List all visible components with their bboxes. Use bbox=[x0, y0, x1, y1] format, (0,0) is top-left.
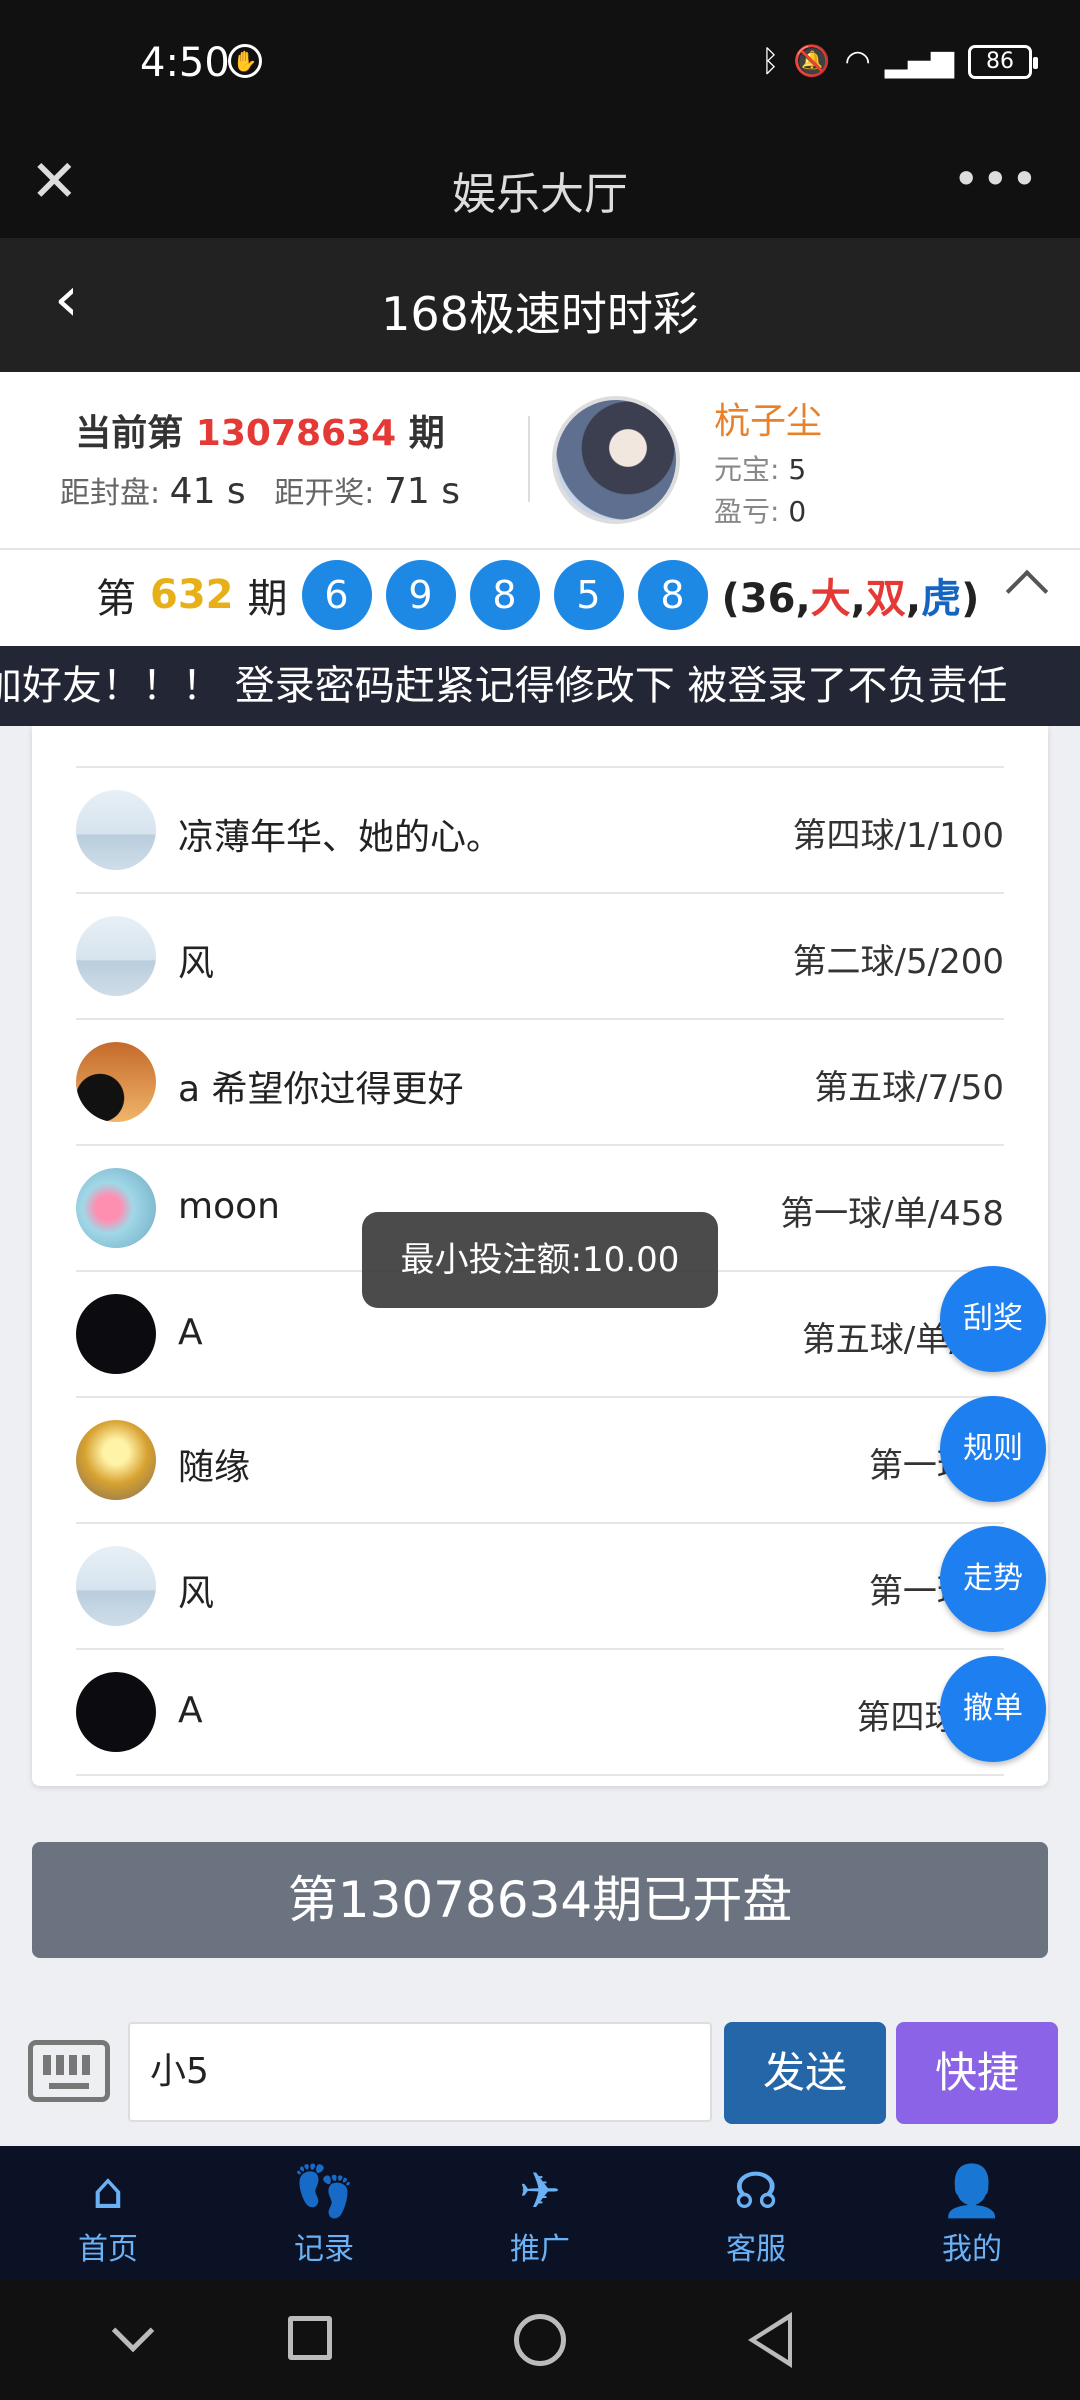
back-triangle-icon[interactable] bbox=[748, 2312, 792, 2368]
bet-detail: 第四球/1/100 bbox=[792, 816, 1004, 856]
avatar bbox=[76, 1420, 156, 1500]
nav-promote[interactable]: ✈ 推广 bbox=[432, 2146, 648, 2280]
close-countdown: 41 s bbox=[169, 471, 246, 512]
recents-icon[interactable] bbox=[288, 2316, 332, 2360]
status-time: 4:50 bbox=[140, 40, 230, 86]
signal-icon: ▂▄▆ bbox=[884, 44, 954, 79]
more-icon[interactable]: ••• bbox=[953, 152, 1040, 206]
user-avatar[interactable] bbox=[552, 396, 680, 524]
list-item: A 第四球/小 bbox=[76, 1650, 1004, 1776]
home-circle-icon[interactable] bbox=[514, 2314, 566, 2366]
profit: 盈亏: 0 bbox=[714, 495, 807, 528]
round-info-panel: 当前第 13078634 期 距封盘: 41 s 距开奖: 71 s 杭子尘 元… bbox=[0, 372, 1080, 550]
keyboard-icon[interactable] bbox=[28, 2040, 110, 2102]
chevron-up-icon[interactable] bbox=[1005, 569, 1049, 613]
nav-profile[interactable]: 👤 我的 bbox=[864, 2146, 1080, 2280]
bettor-name: A bbox=[178, 1312, 203, 1353]
quick-button[interactable]: 快捷 bbox=[896, 2022, 1058, 2124]
game-header: ‹ 168极速时时彩 bbox=[0, 238, 1080, 372]
status-icons: ᛒ 🔕 ◠ ▂▄▆ 86 bbox=[761, 44, 1038, 79]
countdown: 距封盘: 41 s 距开奖: 71 s bbox=[60, 471, 460, 512]
footprint-icon: 👣 bbox=[292, 2162, 356, 2220]
headset-icon: ☊ bbox=[733, 2162, 779, 2220]
list-item: 随缘 第一球/5 bbox=[76, 1398, 1004, 1524]
divider bbox=[528, 416, 530, 502]
bluetooth-icon: ᛒ bbox=[761, 44, 780, 79]
app-bar: ✕ 娱乐大厅 ••• bbox=[0, 130, 1080, 238]
list-item: 风第一球/7 bbox=[76, 1524, 1004, 1650]
balance: 元宝: 5 bbox=[714, 453, 807, 486]
nav-records[interactable]: 👣 记录 bbox=[216, 2146, 432, 2280]
game-title: 168极速时时彩 bbox=[381, 287, 699, 341]
bottom-nav: ⌂ 首页 👣 记录 ✈ 推广 ☊ 客服 👤 我的 bbox=[0, 2146, 1080, 2280]
announcement-marquee: 加好友！！！ 登录密码赶紧记得修改下 被登录了不负责任 bbox=[0, 646, 1080, 726]
bettor-name: 风 bbox=[178, 943, 215, 984]
bettor-name: a 希望你过得更好 bbox=[178, 1069, 464, 1110]
user-icon: 👤 bbox=[940, 2162, 1004, 2220]
avatar bbox=[76, 916, 156, 996]
status-bar: 4:50 ✋ ᛒ 🔕 ◠ ▂▄▆ 86 bbox=[0, 0, 1080, 130]
result-ball: 8 bbox=[469, 560, 540, 630]
result-period: 632 bbox=[150, 572, 234, 618]
hand-icon: ✋ bbox=[228, 44, 262, 78]
home-icon: ⌂ bbox=[92, 2162, 124, 2220]
bettor-name: moon bbox=[178, 1186, 280, 1227]
avatar bbox=[76, 1042, 156, 1122]
cancel-bet-button[interactable]: 撤单 bbox=[940, 1656, 1046, 1762]
username: 杭子尘 bbox=[714, 401, 823, 442]
open-countdown: 71 s bbox=[383, 471, 460, 512]
bettor-name: 风 bbox=[178, 1573, 215, 1614]
toast-message: 最小投注额:10.00 bbox=[362, 1212, 718, 1308]
app-title: 娱乐大厅 bbox=[452, 169, 628, 220]
result-ball: 5 bbox=[553, 560, 624, 630]
result-ball: 8 bbox=[637, 560, 708, 630]
result-ball: 9 bbox=[385, 560, 456, 630]
period-opened-banner: 第13078634期已开盘 bbox=[32, 1842, 1048, 1958]
bettor-name: 随缘 bbox=[178, 1447, 251, 1488]
paper-plane-icon: ✈ bbox=[519, 2162, 561, 2220]
rules-button[interactable]: 规则 bbox=[940, 1396, 1046, 1502]
list-item: a 希望你过得更好 第五球/7/50 bbox=[76, 1020, 1004, 1146]
avatar bbox=[76, 1168, 156, 1248]
nav-home[interactable]: ⌂ 首页 bbox=[0, 2146, 216, 2280]
send-button[interactable]: 发送 bbox=[724, 2022, 886, 2124]
avatar bbox=[76, 1546, 156, 1626]
nav-support[interactable]: ☊ 客服 bbox=[648, 2146, 864, 2280]
result-summary: (36,大,双,虎) bbox=[721, 576, 980, 622]
chevron-down-icon[interactable] bbox=[111, 2309, 155, 2353]
list-item bbox=[76, 726, 1004, 768]
bettor-name: A bbox=[178, 1690, 203, 1731]
avatar bbox=[76, 1672, 156, 1752]
bet-detail: 第一球/单/458 bbox=[780, 1194, 1004, 1234]
battery-icon: 86 bbox=[968, 44, 1038, 79]
period-number: 13078634 bbox=[195, 413, 397, 454]
avatar bbox=[76, 790, 156, 870]
system-nav-bar bbox=[0, 2280, 1080, 2400]
chat-input[interactable]: 小5 bbox=[128, 2022, 712, 2122]
scratch-button[interactable]: 刮奖 bbox=[940, 1266, 1046, 1372]
last-result-row[interactable]: 第 632 期 6 9 8 5 8 (36,大,双,虎) bbox=[0, 550, 1080, 646]
bet-detail: 第二球/5/200 bbox=[792, 942, 1004, 982]
bettor-name: 凉薄年华、她的心。 bbox=[178, 817, 503, 858]
list-item: 凉薄年华、她的心。 第四球/1/100 bbox=[76, 768, 1004, 894]
trend-button[interactable]: 走势 bbox=[940, 1526, 1046, 1632]
bet-detail: 第五球/7/50 bbox=[814, 1068, 1004, 1108]
list-item: 风 第二球/5/200 bbox=[76, 894, 1004, 1020]
mute-icon: 🔕 bbox=[793, 44, 831, 79]
wifi-icon: ◠ bbox=[844, 44, 871, 79]
result-ball: 6 bbox=[301, 560, 372, 630]
current-period: 当前第 13078634 期 bbox=[75, 413, 445, 454]
avatar bbox=[76, 1294, 156, 1374]
